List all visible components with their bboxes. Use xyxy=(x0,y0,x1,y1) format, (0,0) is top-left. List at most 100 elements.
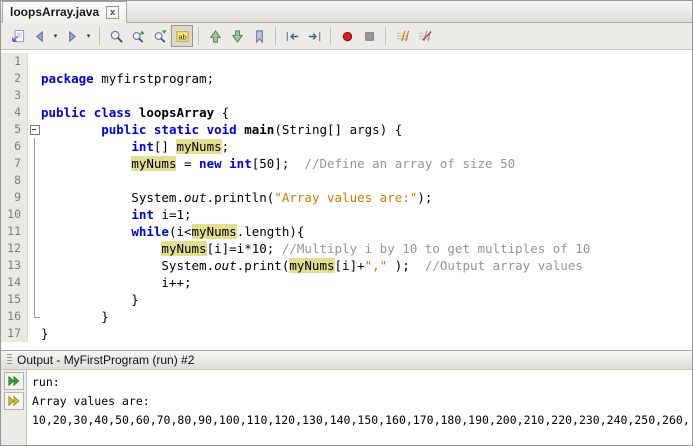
toggle-highlight-search-icon[interactable]: ab xyxy=(171,25,193,47)
editor-row: 5 public static void main(String[] args)… xyxy=(1,121,692,138)
line-number: 16 xyxy=(1,308,28,325)
output-toolbar xyxy=(1,370,27,445)
editor-tab-bar: loopsArray.java x xyxy=(1,1,692,23)
previous-bookmark-icon[interactable] xyxy=(204,25,226,47)
editor-toolbar: ▾ ▾ ab xyxy=(1,23,692,50)
editor-row: 7 myNums = new int[50]; //Define an arra… xyxy=(1,155,692,172)
editor-row: 13 System.out.print(myNums[i]+"," ); //O… xyxy=(1,257,692,274)
output-panel: run: Array values are: 10,20,30,40,50,60,7… xyxy=(1,370,692,445)
line-number: 8 xyxy=(1,172,28,189)
find-previous-occurrence-icon[interactable] xyxy=(127,25,149,47)
fold-margin xyxy=(28,138,41,155)
line-number: 2 xyxy=(1,70,28,87)
svg-text:ab: ab xyxy=(178,32,186,41)
fold-margin xyxy=(28,308,41,325)
editor-row: 12 myNums[i]=i*10; //Multiply i by 10 to… xyxy=(1,240,692,257)
code-line[interactable]: myNums[i]=i*10; //Multiply i by 10 to ge… xyxy=(41,240,692,257)
editor-row: 17} xyxy=(1,325,692,342)
code-line[interactable]: } xyxy=(41,308,692,325)
output-text[interactable]: run: Array values are: 10,20,30,40,50,60,7… xyxy=(27,370,692,445)
line-number: 4 xyxy=(1,104,28,121)
fold-margin xyxy=(28,223,41,240)
toggle-bookmark-icon[interactable] xyxy=(248,25,270,47)
line-number: 7 xyxy=(1,155,28,172)
tab-label: loopsArray.java xyxy=(10,5,100,19)
code-line[interactable] xyxy=(41,172,692,189)
toolbar-separator xyxy=(385,27,386,45)
line-number: 3 xyxy=(1,87,28,104)
toolbar-separator xyxy=(275,27,276,45)
next-bookmark-icon[interactable] xyxy=(226,25,248,47)
line-number: 15 xyxy=(1,291,28,308)
editor-row: 11 while(i<myNums.length){ xyxy=(1,223,692,240)
rerun-button[interactable] xyxy=(3,372,24,390)
shift-line-left-icon[interactable] xyxy=(281,25,303,47)
rerun-with-different-parameters-button[interactable] xyxy=(3,392,24,410)
find-selection-icon[interactable] xyxy=(105,25,127,47)
line-number: 17 xyxy=(1,325,28,342)
code-line[interactable]: package myfirstprogram; xyxy=(41,70,692,87)
code-line[interactable]: while(i<myNums.length){ xyxy=(41,223,692,240)
tab-loopsarray-java[interactable]: loopsArray.java x xyxy=(2,1,128,23)
panel-grip-icon xyxy=(7,354,12,366)
tab-close-icon[interactable]: x xyxy=(106,5,120,19)
line-number: 5 xyxy=(1,121,28,138)
toolbar-separator xyxy=(99,27,100,45)
forward-icon[interactable] xyxy=(61,25,83,47)
line-number: 12 xyxy=(1,240,28,257)
fold-margin xyxy=(28,155,41,172)
editor-row: 1 xyxy=(1,53,692,70)
start-macro-recording-icon[interactable] xyxy=(336,25,358,47)
code-line[interactable]: myNums = new int[50]; //Define an array … xyxy=(41,155,692,172)
fold-margin xyxy=(28,189,41,206)
code-line[interactable]: System.out.print(myNums[i]+"," ); //Outp… xyxy=(41,257,692,274)
editor-row: 2 package myfirstprogram; xyxy=(1,70,692,87)
code-line[interactable] xyxy=(41,87,692,104)
fold-margin xyxy=(28,172,41,189)
output-line: run: xyxy=(32,375,60,389)
code-line[interactable]: int[] myNums; xyxy=(41,138,692,155)
output-line: Array values are: xyxy=(32,394,150,408)
code-line[interactable]: public static void main(String[] args) { xyxy=(41,121,692,138)
line-number: 1 xyxy=(1,53,28,70)
fold-margin xyxy=(28,104,41,121)
toolbar-separator xyxy=(198,27,199,45)
editor-row: 6 int[] myNums; xyxy=(1,138,692,155)
code-fold-toggle-icon[interactable] xyxy=(28,121,41,138)
shift-line-right-icon[interactable] xyxy=(303,25,325,47)
editor-row: 10 int i=1; xyxy=(1,206,692,223)
uncomment-icon[interactable] xyxy=(413,25,435,47)
fold-margin xyxy=(28,257,41,274)
output-panel-header[interactable]: Output - MyFirstProgram (run) #2 xyxy=(1,350,692,370)
editor-rows: 1 2 package myfirstprogram; 3 4 public class … xyxy=(1,53,692,342)
fold-margin xyxy=(28,240,41,257)
back-dropdown-icon[interactable]: ▾ xyxy=(50,25,61,47)
stop-macro-recording-icon[interactable] xyxy=(358,25,380,47)
code-line[interactable]: System.out.println("Array values are:"); xyxy=(41,189,692,206)
fold-margin xyxy=(28,325,41,342)
line-number: 9 xyxy=(1,189,28,206)
code-line[interactable]: int i=1; xyxy=(41,206,692,223)
line-number: 13 xyxy=(1,257,28,274)
editor-row: 4 public class loopsArray { xyxy=(1,104,692,121)
output-line: 10,20,30,40,50,60,70,80,90,100,110,120,1… xyxy=(32,413,690,427)
forward-dropdown-icon[interactable]: ▾ xyxy=(83,25,94,47)
line-number: 10 xyxy=(1,206,28,223)
last-edit-location-icon[interactable] xyxy=(6,25,28,47)
editor-row: 3 xyxy=(1,87,692,104)
editor-row: 8 xyxy=(1,172,692,189)
code-line[interactable]: i++; xyxy=(41,274,692,291)
code-line[interactable]: } xyxy=(41,325,692,342)
ide-window: loopsArray.java x ▾ ▾ ab 1 2 package myfirst… xyxy=(0,0,693,446)
toolbar-separator xyxy=(330,27,331,45)
output-panel-title: Output - MyFirstProgram (run) #2 xyxy=(17,353,195,367)
fold-margin xyxy=(28,70,41,87)
comment-icon[interactable] xyxy=(391,25,413,47)
code-line[interactable]: } xyxy=(41,291,692,308)
back-icon[interactable] xyxy=(28,25,50,47)
code-line[interactable] xyxy=(41,53,692,70)
fold-margin xyxy=(28,291,41,308)
code-editor[interactable]: 1 2 package myfirstprogram; 3 4 public class … xyxy=(1,50,692,350)
code-line[interactable]: public class loopsArray { xyxy=(41,104,692,121)
find-next-occurrence-icon[interactable] xyxy=(149,25,171,47)
